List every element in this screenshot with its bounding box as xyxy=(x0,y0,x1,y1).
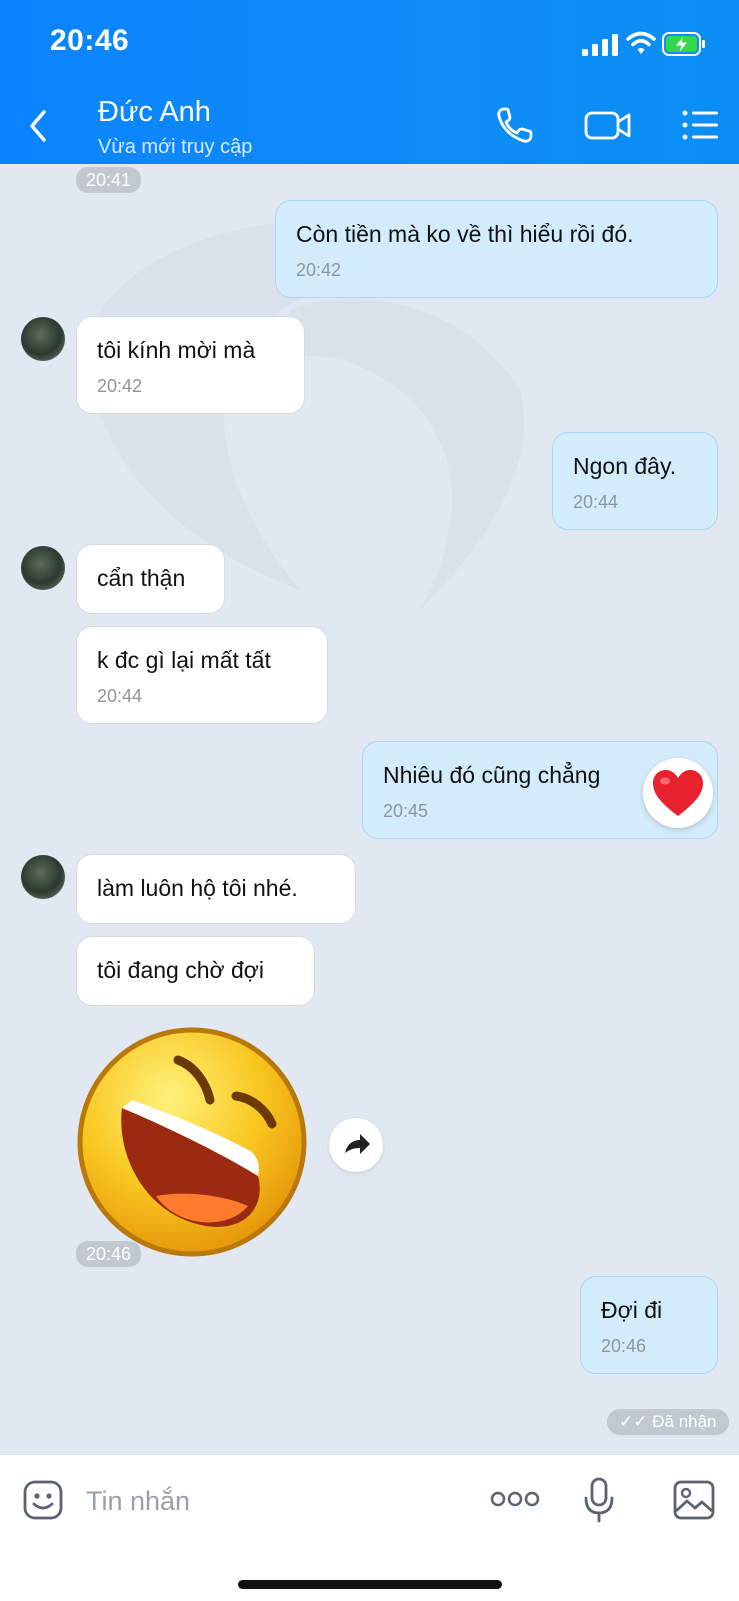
status-time: 20:46 xyxy=(50,24,130,57)
video-call-icon[interactable] xyxy=(583,104,633,146)
chat-header: 20:46 Đức Anh Vừa mới truy cập xyxy=(0,0,739,164)
outgoing-message[interactable]: Ngon đây. 20:44 xyxy=(552,432,718,530)
double-check-icon: ✓✓ xyxy=(619,1412,648,1431)
image-icon[interactable] xyxy=(672,1479,716,1521)
signal-icon xyxy=(582,34,618,56)
microphone-icon[interactable] xyxy=(583,1477,615,1523)
delivery-status-text: Đã nhận xyxy=(652,1412,717,1431)
heart-reaction-icon[interactable] xyxy=(643,758,713,828)
message-time: 20:42 xyxy=(97,376,143,396)
message-time: 20:44 xyxy=(97,686,143,706)
laughing-face-sticker[interactable] xyxy=(76,1026,308,1258)
message-input[interactable] xyxy=(84,1477,468,1525)
avatar[interactable] xyxy=(21,855,65,899)
message-text: tôi đang chờ đợi xyxy=(97,957,264,983)
message-text: cẩn thận xyxy=(97,565,186,591)
message-text: làm luôn hộ tôi nhé. xyxy=(97,875,298,901)
incoming-message[interactable]: tôi đang chờ đợi xyxy=(76,936,315,1006)
outgoing-message[interactable]: Còn tiền mà ko về thì hiểu rồi đó. 20:42 xyxy=(275,200,718,298)
message-time: 20:42 xyxy=(296,260,342,280)
time-separator: 20:41 xyxy=(76,167,142,193)
incoming-message[interactable]: cẩn thận xyxy=(76,544,225,614)
message-text: Còn tiền mà ko về thì hiểu rồi đó. xyxy=(296,221,634,247)
emoji-icon[interactable] xyxy=(22,1479,64,1521)
message-time: 20:44 xyxy=(573,492,619,512)
time-separator: 20:46 xyxy=(76,1241,142,1267)
outgoing-message[interactable]: Đợi đi 20:46 xyxy=(580,1276,718,1374)
message-list[interactable]: 20:41 Còn tiền mà ko về thì hiểu rồi đó.… xyxy=(0,164,739,1454)
message-composer xyxy=(0,1454,739,1601)
wifi-icon xyxy=(626,31,656,54)
message-time: 20:46 xyxy=(601,1336,647,1356)
more-dots-icon[interactable] xyxy=(490,1489,540,1509)
incoming-message[interactable]: k đc gì lại mất tất 20:44 xyxy=(76,626,328,724)
contact-name[interactable]: Đức Anh xyxy=(98,96,211,129)
incoming-message[interactable]: tôi kính mời mà 20:42 xyxy=(76,316,305,414)
contact-status: Vừa mới truy cập xyxy=(98,136,253,158)
message-text: k đc gì lại mất tất xyxy=(97,647,271,673)
home-indicator xyxy=(238,1580,502,1589)
menu-list-icon[interactable] xyxy=(680,104,722,146)
avatar[interactable] xyxy=(21,546,65,590)
share-icon[interactable] xyxy=(329,1118,383,1172)
avatar[interactable] xyxy=(21,317,65,361)
message-text: Nhiêu đó cũng chẳng xyxy=(383,762,601,788)
message-text: tôi kính mời mà xyxy=(97,337,256,363)
message-text: Đợi đi xyxy=(601,1297,663,1323)
delivery-status: ✓✓ Đã nhận xyxy=(607,1409,729,1435)
phone-icon[interactable] xyxy=(494,104,536,146)
message-text: Ngon đây. xyxy=(573,453,677,479)
battery-icon xyxy=(662,32,705,56)
incoming-message[interactable]: làm luôn hộ tôi nhé. xyxy=(76,854,356,924)
back-icon[interactable] xyxy=(24,108,54,144)
